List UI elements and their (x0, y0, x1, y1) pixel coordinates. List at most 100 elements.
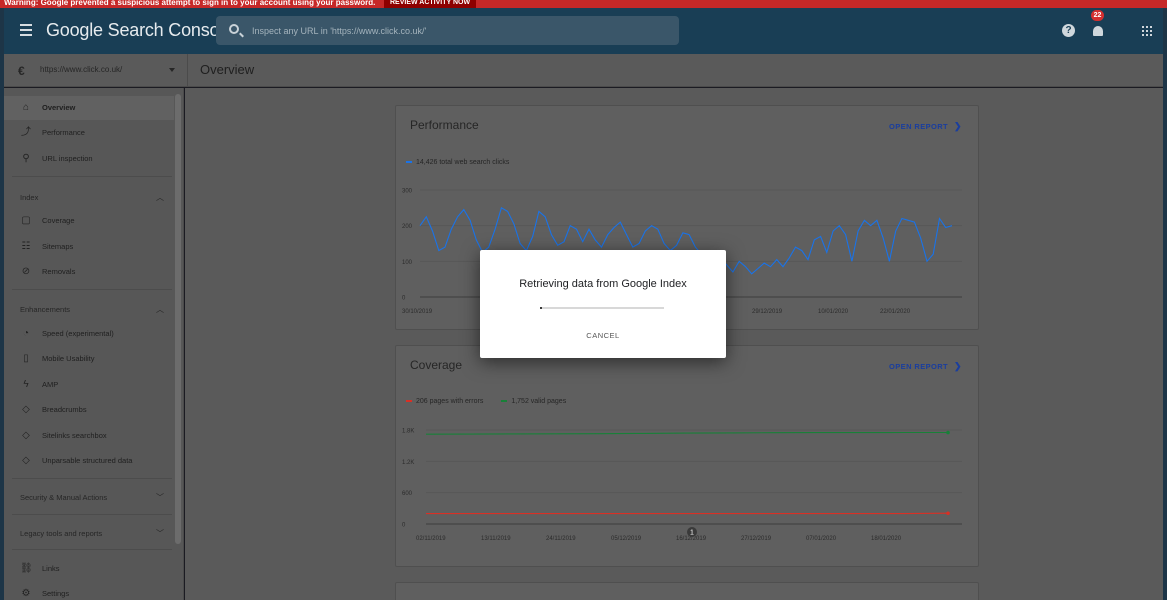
property-icon: € (18, 64, 25, 78)
removals-icon: ⊘ (21, 266, 31, 277)
y-tick-label: 100 (402, 260, 413, 266)
top-app-bar: Google Search Console ? (4, 8, 1163, 54)
url-inspect-search[interactable] (216, 16, 679, 45)
x-tick-label: 30/10/2019 (402, 309, 433, 315)
x-tick-label: 05/12/2019 (611, 536, 642, 542)
section-label: Enhancements (20, 305, 71, 314)
diamond-icon: ◇ (22, 404, 30, 415)
dialog-title: Retrieving data from Google Index (519, 278, 687, 290)
sidebar-item-label: Breadcrumbs (42, 405, 87, 414)
x-tick-label: 02/11/2019 (416, 536, 446, 542)
url-inspect-input[interactable] (252, 20, 672, 41)
section-index[interactable]: Index ︿ (4, 186, 174, 208)
sidebar-item-label: Links (42, 564, 60, 573)
divider (12, 514, 172, 515)
chevron-down-icon: ﹀ (156, 493, 164, 502)
help-icon[interactable]: ? (1062, 24, 1075, 37)
progress-bar (540, 307, 664, 309)
sidebar-item-links[interactable]: ⛓ Links (4, 557, 174, 581)
sidebar-item-label: Performance (42, 128, 85, 137)
sidebar-item-label: AMP (42, 380, 59, 389)
home-icon: ⌂ (22, 102, 30, 113)
section-enhancements[interactable]: Enhancements ︿ (4, 298, 174, 320)
section-legacy-tools[interactable]: Legacy tools and reports ﹀ (4, 522, 174, 544)
chevron-down-icon: ﹀ (156, 529, 164, 538)
chevron-up-icon: ︿ (156, 193, 164, 202)
page-title: Overview (200, 62, 255, 77)
y-tick-label: 1.8K (402, 429, 414, 435)
y-tick-label: 300 (402, 189, 413, 195)
apps-icon[interactable] (1142, 26, 1152, 36)
chevron-up-icon: ︿ (156, 305, 164, 314)
sidebar-item-sitemaps[interactable]: ☷ Sitemaps (4, 235, 174, 259)
sidebar-item-breadcrumbs[interactable]: ◇ Breadcrumbs (4, 398, 174, 422)
sidebar-item-performance[interactable]: ⤴ Performance (4, 121, 174, 145)
y-tick-label: 0 (402, 296, 406, 302)
sidebar-item-url-inspection[interactable]: ⚲ URL inspection (4, 147, 174, 171)
bell-icon[interactable] (1092, 23, 1104, 37)
divider (187, 54, 188, 87)
section-label: Index (20, 193, 39, 202)
sidebar-item-overview[interactable]: ⌂ Overview (4, 96, 174, 120)
progress-fill (540, 307, 543, 309)
coverage-card: Coverage OPEN REPORT ❯ 206 pages with err… (395, 345, 979, 567)
sidebar-item-label: Sitemaps (42, 242, 74, 251)
series-end-point (946, 511, 950, 516)
product-name[interactable]: Google Search Console (46, 20, 233, 41)
settings-icon: ⚙ (21, 588, 31, 599)
divider (12, 176, 172, 177)
sidebar-item-unparsable-structured-data[interactable]: ◇ Unparsable structured data (4, 449, 174, 473)
search-icon (229, 24, 239, 34)
x-tick-label: 24/11/2019 (546, 536, 576, 542)
speed-icon: ◔ (22, 328, 30, 339)
x-tick-label: 22/01/2020 (880, 309, 911, 315)
y-tick-label: 200 (402, 224, 413, 230)
enhancements-card (395, 582, 979, 600)
sidebar-item-settings[interactable]: ⚙ Settings (4, 582, 174, 600)
divider (12, 478, 172, 479)
sidebar-item-sitelinks-searchbox[interactable]: ◇ Sitelinks searchbox (4, 424, 174, 448)
sidebar-item-label: Speed (experimental) (42, 329, 114, 338)
sidebar: ⌂ Overview ⤴ Performance ⚲ URL inspectio… (4, 88, 184, 600)
warning-banner: Warning: Google prevented a suspicious a… (0, 0, 1167, 8)
sidebar-item-label: Overview (42, 103, 76, 112)
sidebar-item-amp[interactable]: ϟ AMP (4, 373, 174, 397)
series-line (425, 431, 948, 435)
trending-icon: ⤴ (21, 127, 31, 138)
mobile-icon: ▯ (23, 353, 29, 364)
section-label: Security & Manual Actions (20, 493, 108, 502)
sidebar-scrollbar[interactable] (175, 94, 181, 544)
sidebar-item-label: Mobile Usability (42, 354, 95, 363)
sidebar-item-speed[interactable]: ◔ Speed (experimental) (4, 322, 174, 346)
sidebar-item-removals[interactable]: ⊘ Removals (4, 260, 174, 284)
sidebar-item-mobile-usability[interactable]: ▯ Mobile Usability (4, 347, 174, 371)
property-bar: € https://www.click.co.uk/ Overview (4, 54, 1163, 87)
divider (12, 549, 172, 550)
amp-icon: ϟ (23, 379, 29, 390)
document-icon: ▢ (21, 215, 31, 226)
review-activity-button[interactable]: REVIEW ACTIVITY NOW (384, 0, 477, 8)
y-tick-label: 600 (402, 491, 413, 497)
coverage-chart: 0 600 1.2K 1.8K 02/11/2019 13/11/2019 24/11/20… (402, 429, 962, 542)
sidebar-item-label: Unparsable structured data (42, 456, 133, 465)
y-tick-label: 1.2K (402, 460, 414, 466)
loading-dialog: Retrieving data from Google Index CANCEL (480, 250, 726, 358)
x-tick-label: 29/12/2019 (752, 309, 783, 315)
sidebar-item-label: Coverage (42, 216, 75, 225)
sidebar-item-label: Removals (42, 267, 76, 276)
sidebar-item-label: URL inspection (42, 154, 93, 163)
section-security-manual-actions[interactable]: Security & Manual Actions ﹀ (4, 486, 174, 508)
x-tick-label: 07/01/2020 (806, 536, 837, 542)
property-selector[interactable]: https://www.click.co.uk/ (40, 65, 122, 74)
section-label: Legacy tools and reports (20, 529, 103, 538)
sidebar-item-label: Settings (42, 589, 70, 598)
sidebar-item-coverage[interactable]: ▢ Coverage (4, 209, 174, 233)
series-end-point (946, 430, 950, 435)
annotation-label: 1 (690, 530, 694, 537)
links-icon: ⛓ (20, 563, 33, 574)
cancel-button[interactable]: CANCEL (480, 331, 726, 340)
caret-down-icon[interactable] (169, 68, 175, 72)
diamond-icon: ◇ (22, 430, 30, 441)
menu-icon[interactable] (20, 24, 32, 36)
notification-badge[interactable]: 22 (1091, 10, 1104, 21)
